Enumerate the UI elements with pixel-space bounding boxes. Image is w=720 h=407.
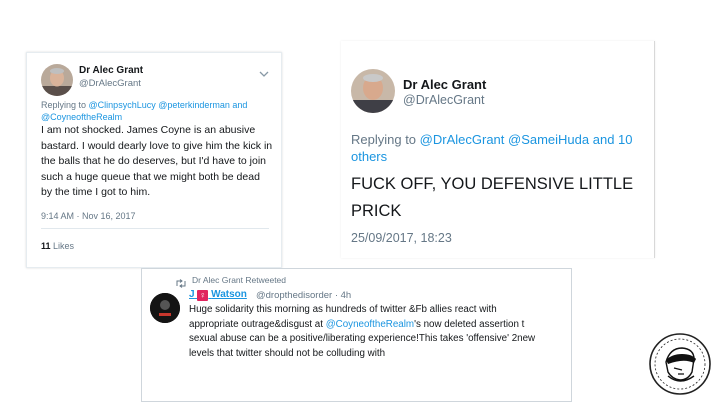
reply-handles[interactable]: @DrAlecGrant @SameiHuda and 10 (420, 132, 633, 147)
likes-label: Likes (53, 241, 75, 251)
venus-icon: ♀ (197, 290, 209, 301)
divider (41, 228, 269, 229)
tweet-card-bottom[interactable]: Dr Alec Grant Retweeted J ♀ Watson @drop… (141, 268, 572, 402)
tweet-text: I am not shocked. James Coyne is an abus… (41, 124, 273, 198)
retweet-label[interactable]: Dr Alec Grant Retweeted (192, 275, 286, 285)
author-handle-time[interactable]: @dropthedisorder · 4h (256, 290, 351, 301)
author-last: Watson (211, 289, 247, 300)
avatar[interactable] (351, 69, 395, 113)
tweet-card-left[interactable]: Dr Alec Grant @DrAlecGrant Replying to @… (26, 52, 282, 268)
replying-prefix: Replying to (351, 132, 417, 147)
reply-others[interactable]: others (351, 149, 387, 164)
author-handle[interactable]: @DrAlecGrant (403, 93, 484, 107)
author-first: J (189, 289, 195, 300)
tweet-text: FUCK OFF, YOU DEFENSIVE LITTLE PRICK (351, 175, 634, 220)
reply-handle[interactable]: @CoyneoftheRealm (41, 112, 122, 122)
tweet-line: Huge solidarity this morning as hundreds… (189, 304, 497, 315)
logo-stamp (648, 332, 712, 396)
tweet-card-right[interactable]: Dr Alec Grant @DrAlecGrant Replying to @… (341, 41, 655, 258)
reply-handles[interactable]: @ClinpsychLucy @peterkinderman and (89, 100, 248, 110)
author-name[interactable]: Dr Alec Grant (79, 65, 143, 76)
avatar[interactable] (41, 64, 73, 96)
author-name[interactable]: Dr Alec Grant (403, 77, 486, 92)
tweet-line: levels that twitter should not be collud… (189, 347, 386, 359)
chevron-down-icon[interactable] (259, 65, 269, 83)
replying-prefix: Replying to (41, 100, 87, 110)
author-handle[interactable]: @DrAlecGrant (79, 78, 141, 89)
replying-to: Replying to @DrAlecGrant @SameiHuda and … (351, 131, 641, 165)
likes-count: 11 (41, 241, 51, 251)
tweet-line: sexual abuse can be a positive/liberatin… (189, 333, 536, 344)
retweet-icon (175, 275, 187, 293)
timestamp[interactable]: 9:14 AM · Nov 16, 2017 (41, 211, 136, 221)
tweet-line: appropriate outrage&disgust at @Coyneoft… (189, 318, 525, 330)
mention-link[interactable]: @CoyneoftheRealm (326, 319, 414, 330)
timestamp[interactable]: 25/09/2017, 18:23 (351, 231, 452, 245)
avatar[interactable] (150, 293, 180, 323)
replying-to: Replying to @ClinpsychLucy @peterkinderm… (41, 99, 277, 123)
author-name[interactable]: J ♀ Watson (189, 289, 247, 301)
likes[interactable]: 11 Likes (41, 241, 74, 251)
tweet-text: Huge solidarity this morning as hundreds… (189, 303, 569, 361)
